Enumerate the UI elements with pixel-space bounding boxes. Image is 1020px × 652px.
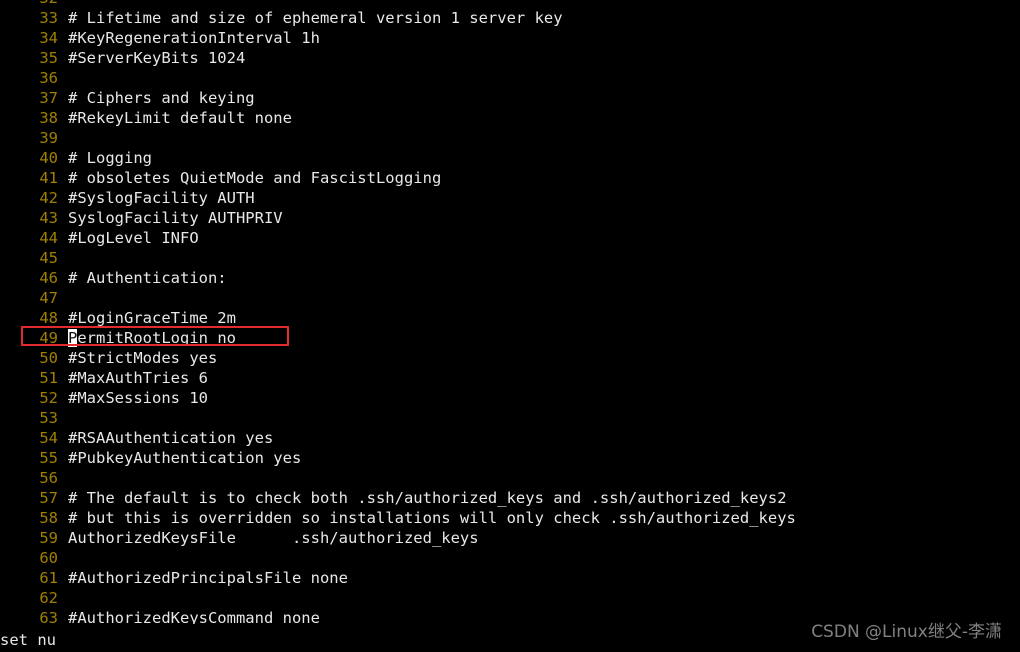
editor-line[interactable]: 34 #KeyRegenerationInterval 1h <box>0 28 1020 48</box>
editor-line[interactable]: 46 # Authentication: <box>0 268 1020 288</box>
editor-line[interactable]: 43 SyslogFacility AUTHPRIV <box>0 208 1020 228</box>
line-number: 33 <box>39 9 58 27</box>
editor-line[interactable]: 59 AuthorizedKeysFile .ssh/authorized_key… <box>0 528 1020 548</box>
line-number: 42 <box>39 189 58 207</box>
line-number: 57 <box>39 489 58 507</box>
line-number: 54 <box>39 429 58 447</box>
editor-line[interactable]: 39 <box>0 128 1020 148</box>
editor-line[interactable]: 48 #LoginGraceTime 2m <box>0 308 1020 328</box>
line-text: #SyslogFacility AUTH <box>68 189 255 207</box>
line-number: 58 <box>39 509 58 527</box>
editor-line[interactable]: 32 <box>0 0 1020 8</box>
line-text: #AuthorizedPrincipalsFile none <box>68 569 348 587</box>
line-text: # Logging <box>68 149 152 167</box>
line-text: # Lifetime and size of ephemeral version… <box>68 9 563 27</box>
editor-line[interactable]: 40 # Logging <box>0 148 1020 168</box>
editor-line[interactable]: 62 <box>0 588 1020 608</box>
text-cursor: P <box>68 329 78 347</box>
line-text: #StrictModes yes <box>68 349 218 367</box>
editor-line[interactable]: 51 #MaxAuthTries 6 <box>0 368 1020 388</box>
line-number: 41 <box>39 169 58 187</box>
line-text: #AuthorizedKeysCommand none <box>68 609 320 624</box>
line-number: 36 <box>39 69 58 87</box>
editor-line[interactable]: 42 #SyslogFacility AUTH <box>0 188 1020 208</box>
editor-line[interactable]: 36 <box>0 68 1020 88</box>
editor-line[interactable]: 61 #AuthorizedPrincipalsFile none <box>0 568 1020 588</box>
editor-line[interactable]: 38 #RekeyLimit default none <box>0 108 1020 128</box>
line-number: 38 <box>39 109 58 127</box>
line-number: 59 <box>39 529 58 547</box>
line-text: #LogLevel INFO <box>68 229 199 247</box>
line-text: # The default is to check both .ssh/auth… <box>68 489 787 507</box>
editor-line[interactable]: 41 # obsoletes QuietMode and FascistLoggi… <box>0 168 1020 188</box>
line-number: 50 <box>39 349 58 367</box>
line-number: 46 <box>39 269 58 287</box>
line-text: PermitRootLogin no <box>68 329 236 347</box>
editor-line[interactable]: 58 # but this is overridden so installati… <box>0 508 1020 528</box>
editor-line[interactable]: 60 <box>0 548 1020 568</box>
line-text: #LoginGraceTime 2m <box>68 309 236 327</box>
line-number: 48 <box>39 309 58 327</box>
editor-line[interactable]: 55 #PubkeyAuthentication yes <box>0 448 1020 468</box>
editor-line[interactable]: 53 <box>0 408 1020 428</box>
editor-line[interactable]: 54 #RSAAuthentication yes <box>0 428 1020 448</box>
line-number: 51 <box>39 369 58 387</box>
editor-line[interactable]: 49 PermitRootLogin no <box>0 328 1020 348</box>
line-number: 63 <box>39 609 58 624</box>
editor-line[interactable]: 37 # Ciphers and keying <box>0 88 1020 108</box>
editor-line[interactable]: 52 #MaxSessions 10 <box>0 388 1020 408</box>
line-number: 55 <box>39 449 58 467</box>
line-text: # Ciphers and keying <box>68 89 255 107</box>
editor-line[interactable]: 50 #StrictModes yes <box>0 348 1020 368</box>
line-number: 62 <box>39 589 58 607</box>
line-text: # but this is overridden so installation… <box>68 509 796 527</box>
editor-line[interactable]: 44 #LogLevel INFO <box>0 228 1020 248</box>
line-number: 32 <box>0 0 58 8</box>
line-number: 37 <box>39 89 58 107</box>
line-text: #MaxSessions 10 <box>68 389 208 407</box>
line-number: 60 <box>39 549 58 567</box>
line-number: 47 <box>39 289 58 307</box>
line-number: 52 <box>39 389 58 407</box>
line-number: 43 <box>39 209 58 227</box>
line-number: 61 <box>39 569 58 587</box>
line-text: #MaxAuthTries 6 <box>68 369 208 387</box>
editor-line[interactable]: 47 <box>0 288 1020 308</box>
line-number: 40 <box>39 149 58 167</box>
line-number: 45 <box>39 249 58 267</box>
line-number: 39 <box>39 129 58 147</box>
editor-line[interactable]: 35 #ServerKeyBits 1024 <box>0 48 1020 68</box>
line-text: #KeyRegenerationInterval 1h <box>68 29 320 47</box>
watermark-text: CSDN @Linux继父-李潇 <box>811 622 1002 642</box>
line-number: 44 <box>39 229 58 247</box>
editor-line[interactable]: 33 # Lifetime and size of ephemeral versi… <box>0 8 1020 28</box>
vim-text-buffer[interactable]: 3233 # Lifetime and size of ephemeral ver… <box>0 0 1020 624</box>
line-number: 53 <box>39 409 58 427</box>
line-text: SyslogFacility AUTHPRIV <box>68 209 283 227</box>
line-text: AuthorizedKeysFile .ssh/authorized_keys <box>68 529 479 547</box>
line-text: # Authentication: <box>68 269 227 287</box>
line-text: #PubkeyAuthentication yes <box>68 449 302 467</box>
editor-line[interactable]: 56 <box>0 468 1020 488</box>
terminal-screen: 3233 # Lifetime and size of ephemeral ver… <box>0 0 1020 652</box>
line-text: #ServerKeyBits 1024 <box>68 49 246 67</box>
line-number: 56 <box>39 469 58 487</box>
line-text: #RekeyLimit default none <box>68 109 292 127</box>
editor-line[interactable]: 45 <box>0 248 1020 268</box>
line-number: 35 <box>39 49 58 67</box>
line-number: 34 <box>39 29 58 47</box>
line-text: # obsoletes QuietMode and FascistLogging <box>68 169 442 187</box>
editor-line[interactable]: 57 # The default is to check both .ssh/au… <box>0 488 1020 508</box>
line-number: 49 <box>39 329 58 347</box>
line-text: #RSAAuthentication yes <box>68 429 274 447</box>
